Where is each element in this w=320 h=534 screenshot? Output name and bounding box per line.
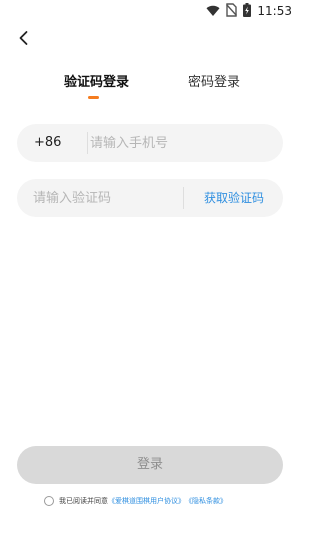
active-tab-indicator <box>88 96 99 99</box>
login-button[interactable]: 登录 <box>17 446 283 484</box>
code-field: 获取验证码 <box>17 179 283 217</box>
agreement-row: 我已阅读并同意 《爱棋道围棋用户协议》 《隐私条款》 <box>44 494 227 508</box>
no-sim-icon <box>226 2 238 21</box>
get-code-button[interactable]: 获取验证码 <box>204 189 264 207</box>
tab-password-login[interactable]: 密码登录 <box>188 74 240 92</box>
chevron-left-icon <box>19 31 28 45</box>
login-mode-tabs: 验证码登录 密码登录 <box>0 74 300 104</box>
tab-sms-code-login[interactable]: 验证码登录 <box>64 74 129 92</box>
battery-charging-icon <box>243 2 252 21</box>
field-divider <box>87 132 88 154</box>
agreement-text: 我已阅读并同意 <box>59 497 108 505</box>
user-agreement-link[interactable]: 《爱棋道围棋用户协议》 <box>108 496 185 506</box>
wifi-icon <box>206 2 220 21</box>
status-bar: 11:53 <box>0 0 300 22</box>
phone-input[interactable] <box>90 124 270 162</box>
country-code[interactable]: +86 <box>34 134 61 152</box>
verification-code-input[interactable] <box>33 179 178 217</box>
back-button[interactable] <box>14 28 34 48</box>
privacy-link[interactable]: 《隐私条款》 <box>185 496 227 506</box>
phone-field: +86 <box>17 124 283 162</box>
field-divider <box>183 187 184 209</box>
status-time: 11:53 <box>257 4 292 18</box>
status-icons: 11:53 <box>206 2 292 21</box>
agreement-checkbox[interactable] <box>44 496 54 506</box>
